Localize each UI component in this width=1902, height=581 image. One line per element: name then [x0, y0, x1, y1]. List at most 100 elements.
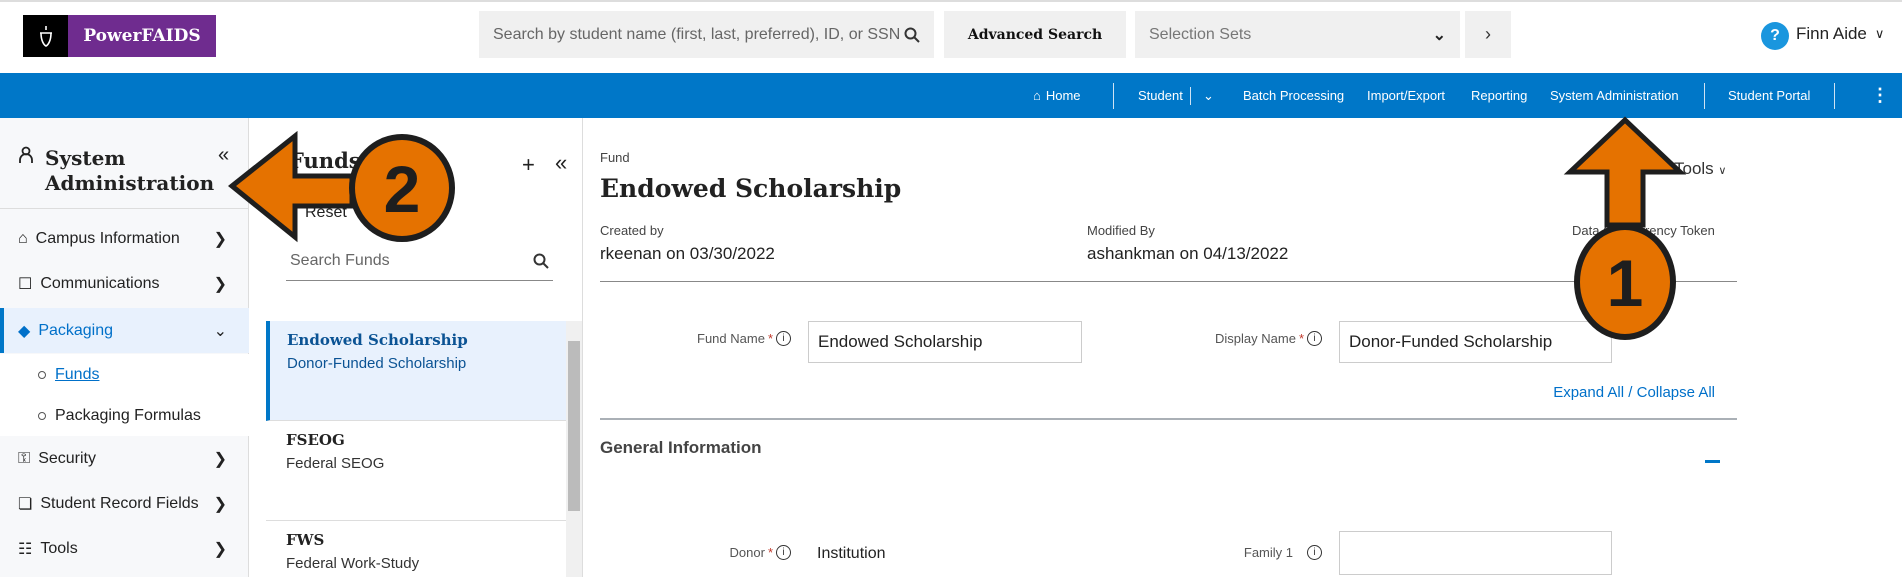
modified-by-value: ashankman on 04/13/2022: [1087, 244, 1289, 263]
sidebar-item-label: Student Record Fields: [40, 494, 199, 512]
packaging-tag-icon: ◆: [18, 322, 31, 340]
tools-label: Tools: [1674, 159, 1714, 178]
nav-student[interactable]: Student: [1138, 73, 1183, 118]
nav-import-export[interactable]: Import/Export: [1367, 73, 1445, 118]
student-search-input[interactable]: Search by student name (first, last, pre…: [479, 11, 934, 58]
sidebar-subitem-packaging-formulas[interactable]: Packaging Formulas: [0, 395, 249, 436]
bullet-icon: [38, 411, 46, 420]
reset-link[interactable]: Reset: [305, 204, 347, 222]
chevron-down-icon: ⌄: [213, 322, 227, 340]
info-icon[interactable]: i: [776, 331, 791, 346]
fund-code: FWS: [286, 531, 325, 549]
communications-gear-icon: ☐: [18, 275, 33, 293]
scrollbar[interactable]: [566, 321, 582, 577]
chevron-down-icon: ⌄: [1432, 26, 1446, 44]
sidebar-item-communications[interactable]: ☐ Communications ❯: [0, 261, 249, 306]
label-text: Family 1: [1243, 545, 1293, 560]
sidebar-item-packaging[interactable]: ◆ Packaging ⌄: [0, 308, 249, 353]
kebab-menu-icon[interactable]: ⋮: [1871, 73, 1889, 118]
family1-input[interactable]: [1339, 531, 1612, 575]
nav-student-chevron-down-icon[interactable]: ⌄: [1203, 73, 1214, 118]
main-nav: ⌂ Home Student ⌄ Batch Processing Import/…: [0, 73, 1902, 118]
separator: /: [1624, 384, 1637, 401]
sidebar-item-campus-information[interactable]: ⌂ Campus Information ❯: [0, 216, 249, 261]
chevron-right-icon: ›: [1485, 24, 1491, 44]
chevron-right-icon: ❯: [213, 275, 227, 293]
nav-student-portal[interactable]: Student Portal: [1728, 73, 1810, 118]
powerfaids-logo[interactable]: PowerFAIDS: [23, 15, 216, 57]
collapse-panel-icon[interactable]: «: [555, 150, 567, 176]
chevron-right-icon: ❯: [213, 540, 227, 558]
sidebar-header: System Administration «: [0, 118, 248, 209]
tools-gear-icon: ☷: [18, 540, 33, 558]
user-menu[interactable]: Finn Aide ∨: [1796, 24, 1884, 44]
collapse-sidebar-icon[interactable]: «: [218, 144, 229, 167]
fund-list-item[interactable]: FWS Federal Work-Study: [266, 521, 566, 581]
sidebar-item-student-record-fields[interactable]: ❏ Student Record Fields ❯: [0, 481, 249, 526]
sidebar-item-label: Tools: [40, 539, 78, 557]
chevron-right-icon: ❯: [213, 230, 227, 248]
label-text: Display Name: [1215, 331, 1296, 346]
selection-sets-dropdown[interactable]: Selection Sets ⌄: [1135, 11, 1460, 58]
scrollbar-thumb[interactable]: [568, 341, 580, 511]
sidebar-subitem-funds[interactable]: Funds: [0, 354, 249, 395]
fund-name-input[interactable]: Endowed Scholarship: [808, 321, 1082, 363]
search-icon[interactable]: [533, 253, 549, 269]
tools-menu[interactable]: Tools ∨: [1674, 159, 1726, 179]
display-name-label: Display Name * i: [1083, 331, 1322, 346]
expand-all-link[interactable]: Expand All: [1553, 384, 1624, 401]
search-placeholder: Search by student name (first, last, pre…: [493, 25, 901, 43]
selection-sets-next-button[interactable]: ›: [1465, 11, 1511, 58]
info-icon[interactable]: i: [1307, 545, 1322, 560]
search-icon[interactable]: [904, 27, 920, 43]
user-icon: [19, 146, 33, 163]
nav-reporting[interactable]: Reporting: [1471, 73, 1527, 118]
page-title: Endowed Scholarship: [600, 174, 902, 203]
display-name-input[interactable]: Donor-Funded Scholarship: [1339, 321, 1612, 363]
nav-system-administration[interactable]: System Administration: [1550, 73, 1679, 118]
created-by-value: rkeenan on 03/30/2022: [600, 244, 775, 263]
funds-panel: Funds s Reset + « Search Funds Endowed S…: [249, 118, 583, 577]
add-fund-icon[interactable]: +: [522, 152, 535, 178]
nav-batch-processing[interactable]: Batch Processing: [1243, 73, 1344, 118]
fund-detail: Fund Endowed Scholarship Tools ∨ Created…: [583, 118, 1902, 577]
donor-value: Institution: [817, 545, 886, 562]
divider: [600, 281, 1737, 282]
fund-list-item[interactable]: FSEOG Federal SEOG: [266, 421, 566, 521]
eyebrow-label: Fund: [600, 150, 630, 165]
nav-home[interactable]: ⌂ Home: [1033, 73, 1081, 118]
fund-code: FSEOG: [286, 431, 345, 449]
sidebar-item-tools[interactable]: ☷ Tools ❯: [0, 526, 249, 571]
info-icon[interactable]: i: [1307, 331, 1322, 346]
info-icon[interactable]: i: [776, 545, 791, 560]
chevron-down-icon: ∨: [1718, 165, 1727, 177]
collapse-section-icon[interactable]: [1705, 460, 1720, 463]
fund-name: Federal Work-Study: [286, 555, 420, 572]
expand-collapse-links: Expand All / Collapse All: [1543, 384, 1715, 401]
sidebar-title-line: Administration: [45, 171, 215, 195]
token-label: Data Concurrency Token: [1572, 223, 1715, 238]
bullet-icon: [38, 370, 46, 379]
donor-label: Donor * i: [583, 545, 791, 560]
search-funds-input[interactable]: Search Funds: [286, 242, 553, 281]
advanced-search-button[interactable]: Advanced Search: [944, 11, 1126, 58]
lock-gear-icon: ⚿: [18, 449, 31, 467]
fund-name: Federal SEOG: [286, 455, 385, 472]
required-marker: *: [1298, 331, 1304, 346]
modified-by-label: Modified By: [1087, 223, 1155, 238]
divider: [1113, 83, 1114, 109]
acorn-logo-icon: [23, 15, 68, 57]
nav-home-label: Home: [1045, 88, 1081, 103]
sidebar-subitem-label: Packaging Formulas: [55, 406, 201, 424]
chevron-right-icon: ❯: [213, 495, 227, 513]
fund-code: Endowed Scholarship: [287, 331, 468, 349]
sidebar-item-label: Security: [38, 449, 96, 467]
sidebar-item-security[interactable]: ⚿ Security ❯: [0, 436, 249, 481]
fund-list-item[interactable]: Endowed Scholarship Donor-Funded Scholar…: [266, 321, 566, 421]
chevron-right-icon: ❯: [213, 450, 227, 468]
home-icon: ⌂: [1033, 88, 1041, 103]
label-text: Fund Name: [697, 331, 765, 346]
collapse-all-link[interactable]: Collapse All: [1637, 384, 1715, 401]
fund-name: Donor-Funded Scholarship: [287, 355, 467, 372]
help-icon[interactable]: ?: [1761, 22, 1789, 50]
